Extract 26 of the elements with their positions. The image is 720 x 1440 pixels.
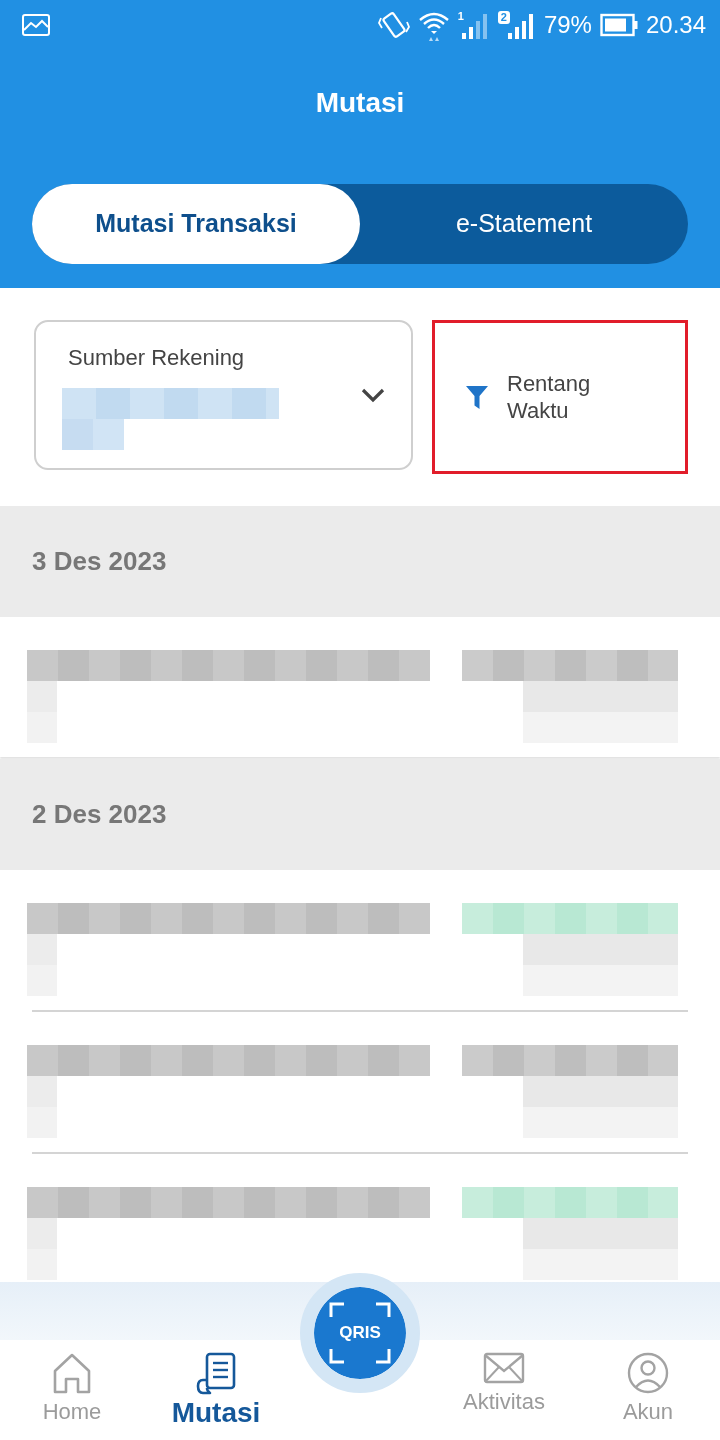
- clock-time: 20.34: [645, 13, 706, 37]
- signal-icon: [505, 11, 536, 39]
- tab[interactable]: Mutasi Transaksi: [32, 184, 360, 264]
- vibrate-icon: [377, 9, 410, 41]
- battery-percent: 79%: [543, 13, 592, 37]
- battery-icon: [599, 13, 638, 37]
- tab[interactable]: e-Statement: [360, 184, 688, 264]
- qris-scan-button[interactable]: QRIS: [300, 1273, 420, 1393]
- document-icon: [195, 1352, 237, 1396]
- date-label: 3 Des 2023: [32, 545, 167, 578]
- page-title: Mutasi: [315, 86, 405, 120]
- signal-icon: [459, 11, 490, 39]
- field-label: Sumber Rekening: [68, 343, 246, 372]
- envelope-icon: [483, 1352, 525, 1384]
- account-select[interactable]: Sumber Rekening: [34, 320, 413, 470]
- sim-number: 2: [497, 11, 510, 24]
- date-range-button[interactable]: Rentang Waktu: [432, 320, 688, 474]
- button-label: Rentang Waktu: [507, 369, 592, 425]
- filter-icon: [465, 384, 489, 410]
- image-icon: [22, 14, 50, 36]
- sim-number: 1: [457, 11, 464, 22]
- chevron-down-icon: [361, 387, 385, 403]
- nav-tab[interactable]: Mutasi: [144, 1340, 288, 1440]
- date-label: 2 Des 2023: [32, 798, 167, 831]
- scan-frame-icon: [329, 1302, 391, 1364]
- user-icon: [627, 1352, 669, 1394]
